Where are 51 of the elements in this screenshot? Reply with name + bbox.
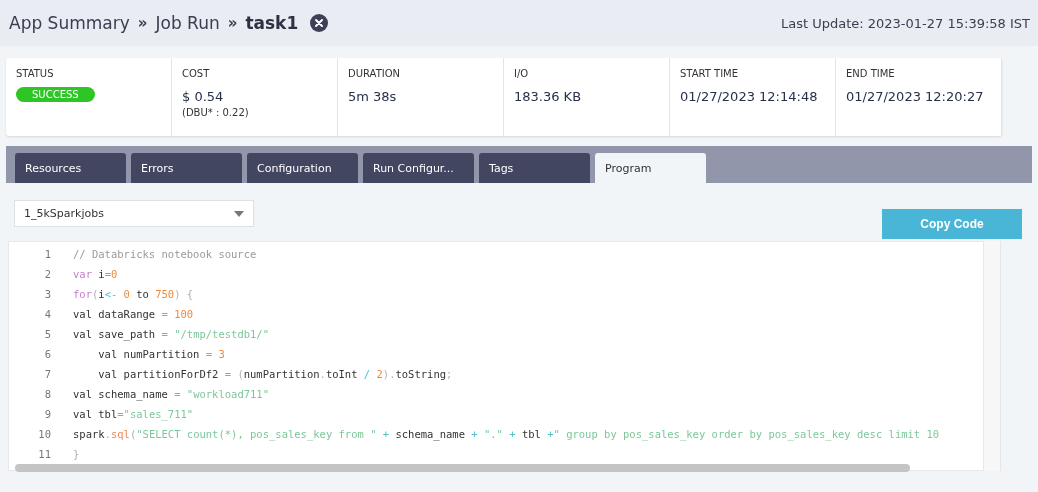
stat-value: 01/27/2023 12:14:48 bbox=[680, 89, 818, 104]
code-line: val dataRange = 100 bbox=[73, 308, 194, 320]
line-number: 9 bbox=[43, 408, 52, 420]
code-line: var i=0 bbox=[73, 268, 118, 280]
code-line: } bbox=[73, 448, 80, 460]
stat-label: COST bbox=[182, 68, 210, 79]
scrollbar-thumb[interactable] bbox=[15, 464, 910, 472]
line-number: 8 bbox=[43, 388, 52, 400]
stat-subtext: (DBU* : 0.22) bbox=[182, 107, 249, 118]
code-line: for(i<- 0 to 750) { bbox=[73, 288, 194, 300]
tab[interactable]: Program bbox=[595, 153, 706, 183]
line-number: 4 bbox=[43, 308, 52, 320]
code-line: val save_path = "/tmp/testdb1/" bbox=[73, 328, 269, 340]
stat-value: 01/27/2023 12:20:27 bbox=[846, 89, 984, 104]
line-number: 3 bbox=[43, 288, 52, 300]
stat-label: I/O bbox=[514, 68, 529, 79]
breadcrumb-separator: » bbox=[227, 14, 238, 32]
tab[interactable]: Configuration bbox=[247, 153, 358, 183]
breadcrumb-link[interactable]: App Summary bbox=[9, 13, 130, 33]
code-line: val numPartition = 3 bbox=[97, 348, 225, 360]
line-number: 2 bbox=[43, 268, 52, 280]
close-icon[interactable] bbox=[310, 14, 329, 32]
program-dropdown[interactable]: 1_5kSparkjobs bbox=[14, 200, 254, 227]
tab[interactable]: Tags bbox=[479, 153, 590, 183]
code-line: val tbl="sales_711" bbox=[73, 408, 194, 420]
stat-value: 183.36 KB bbox=[514, 89, 582, 104]
stat-label: END TIME bbox=[846, 68, 895, 79]
line-number: 6 bbox=[43, 348, 52, 360]
code-line: val schema_name = "workload711" bbox=[73, 388, 269, 400]
breadcrumb-link[interactable]: Job Run bbox=[155, 13, 220, 33]
breadcrumb-separator: » bbox=[137, 14, 148, 32]
line-number: 10 bbox=[37, 428, 52, 440]
stat-value: $ 0.54 bbox=[182, 89, 224, 104]
stat-label: STATUS bbox=[16, 68, 54, 79]
tab[interactable]: Run Configur... bbox=[363, 153, 474, 183]
stat-label: START TIME bbox=[680, 68, 739, 79]
line-number: 5 bbox=[43, 328, 52, 340]
line-number: 11 bbox=[37, 448, 52, 460]
last-update-text: Last Update: 2023-01-27 15:39:58 IST bbox=[780, 15, 1030, 31]
code-line: // Databricks notebook source bbox=[73, 248, 257, 260]
breadcrumb-current: task1 bbox=[245, 13, 299, 33]
caret-icon bbox=[234, 210, 244, 217]
code-line: spark.sql("SELECT count(*), pos_sales_key from " + schema_name + "." + tbl +" group by pos_sales_key order by pos_sales_key desc limit 10 bbox=[73, 428, 940, 440]
stat-label: DURATION bbox=[348, 68, 401, 79]
stat-value: 5m 38s bbox=[348, 89, 397, 104]
status-badge: SUCCESS bbox=[16, 87, 95, 102]
code-line: val partitionForDf2 = (numPartition.toInt / 2).toString; bbox=[97, 368, 453, 380]
line-number: 7 bbox=[43, 368, 52, 380]
line-number: 1 bbox=[43, 248, 52, 260]
tab[interactable]: Errors bbox=[131, 153, 242, 183]
tab[interactable]: Resources bbox=[15, 153, 126, 183]
